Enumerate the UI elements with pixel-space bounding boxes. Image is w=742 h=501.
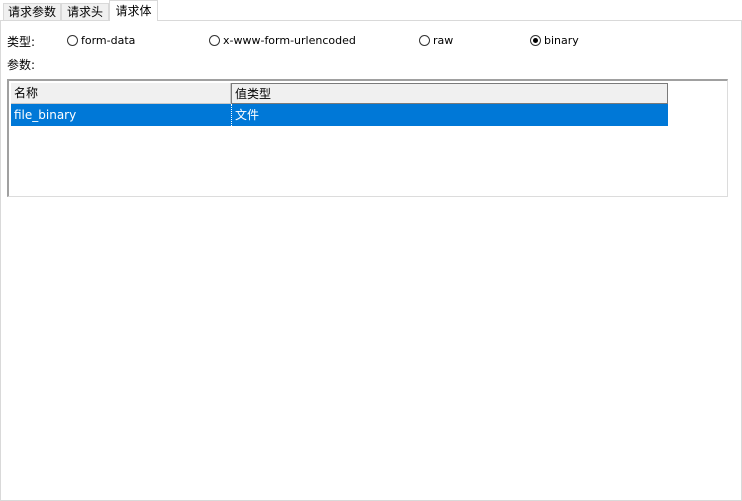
params-label: 参数:	[7, 58, 36, 72]
cell-value-type[interactable]: 文件	[231, 104, 668, 126]
column-header-name-label: 名称	[14, 86, 39, 100]
column-header-value-type[interactable]: 值类型	[231, 83, 668, 104]
radio-binary-label: binary	[544, 34, 579, 47]
radio-raw-circle[interactable]	[419, 35, 430, 46]
column-header-value-type-label: 值类型	[235, 87, 272, 101]
radio-x-www-form-urlencoded[interactable]: x-www-form-urlencoded	[209, 34, 356, 47]
radio-binary-circle[interactable]	[530, 35, 541, 46]
tab-request-params[interactable]: 请求参数	[3, 3, 61, 20]
params-table: 名称 值类型 file_binary 文件	[11, 83, 668, 126]
tab-request-body[interactable]: 请求体	[109, 0, 158, 21]
radio-raw-label: raw	[433, 34, 454, 47]
tab-request-headers-label: 请求头	[66, 5, 103, 19]
tab-request-body-label: 请求体	[115, 4, 152, 18]
tab-request-params-label: 请求参数	[7, 5, 56, 19]
type-label: 类型:	[7, 35, 36, 49]
params-grid: 名称 值类型 file_binary 文件	[7, 79, 728, 197]
table-row[interactable]: file_binary 文件	[11, 104, 668, 126]
radio-x-www-form-urlencoded-label: x-www-form-urlencoded	[223, 34, 356, 47]
radio-x-www-form-urlencoded-circle[interactable]	[209, 35, 220, 46]
tab-bar: 请求参数 请求头 请求体	[0, 0, 742, 21]
cell-name[interactable]: file_binary	[11, 104, 231, 126]
radio-binary[interactable]: binary	[530, 34, 579, 47]
radio-form-data[interactable]: form-data	[67, 34, 135, 47]
radio-form-data-circle[interactable]	[67, 35, 78, 46]
radio-form-data-label: form-data	[81, 34, 136, 47]
column-header-name[interactable]: 名称	[11, 83, 231, 104]
radio-raw[interactable]: raw	[419, 34, 453, 47]
tab-request-headers[interactable]: 请求头	[61, 3, 109, 20]
